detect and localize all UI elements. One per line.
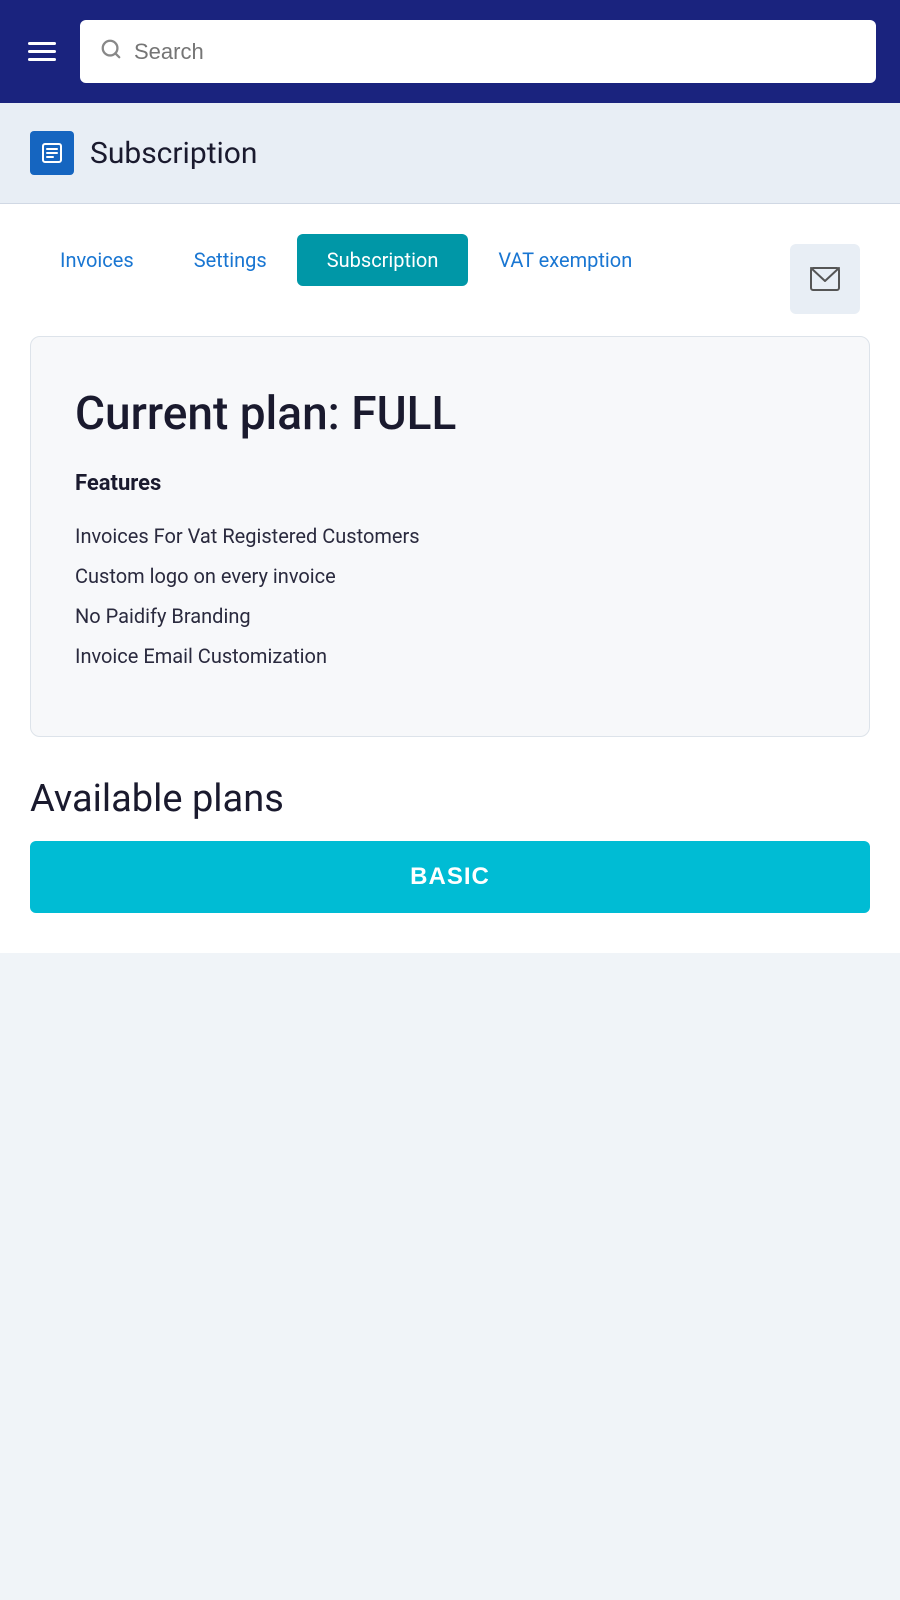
feature-item: Custom logo on every invoice (75, 556, 825, 596)
search-icon (100, 38, 122, 65)
tabs: Invoices Settings Subscription VAT exemp… (30, 234, 790, 286)
tab-vat-exemption[interactable]: VAT exemption (468, 234, 662, 286)
basic-plan-button[interactable]: BASIC (30, 841, 870, 913)
tab-invoices[interactable]: Invoices (30, 234, 164, 286)
search-input[interactable] (134, 39, 856, 65)
feature-item: No Paidify Branding (75, 596, 825, 636)
page-icon (30, 131, 74, 175)
page-title-bar: Subscription (0, 103, 900, 204)
email-icon (810, 267, 840, 291)
tab-settings[interactable]: Settings (164, 234, 297, 286)
tabs-container: Invoices Settings Subscription VAT exemp… (30, 234, 790, 316)
tabs-row1: Invoices Settings Subscription (30, 234, 468, 286)
search-bar (80, 20, 876, 83)
tabs-and-email-area: Invoices Settings Subscription VAT exemp… (30, 234, 870, 316)
email-button[interactable] (790, 244, 860, 314)
hamburger-menu-button[interactable] (24, 38, 60, 65)
tab-subscription[interactable]: Subscription (297, 234, 469, 286)
feature-item: Invoices For Vat Registered Customers (75, 516, 825, 556)
tabs-row2: VAT exemption (468, 234, 662, 286)
available-plans-title: Available plans (30, 777, 870, 821)
features-heading: Features (75, 471, 825, 496)
main-content: Invoices Settings Subscription VAT exemp… (0, 204, 900, 953)
current-plan-card: Current plan: FULL Features Invoices For… (30, 336, 870, 737)
feature-item: Invoice Email Customization (75, 636, 825, 676)
app-header (0, 0, 900, 103)
email-area (790, 234, 870, 314)
features-list: Invoices For Vat Registered Customers Cu… (75, 516, 825, 676)
page-title: Subscription (90, 136, 257, 171)
current-plan-title: Current plan: FULL (75, 387, 825, 441)
